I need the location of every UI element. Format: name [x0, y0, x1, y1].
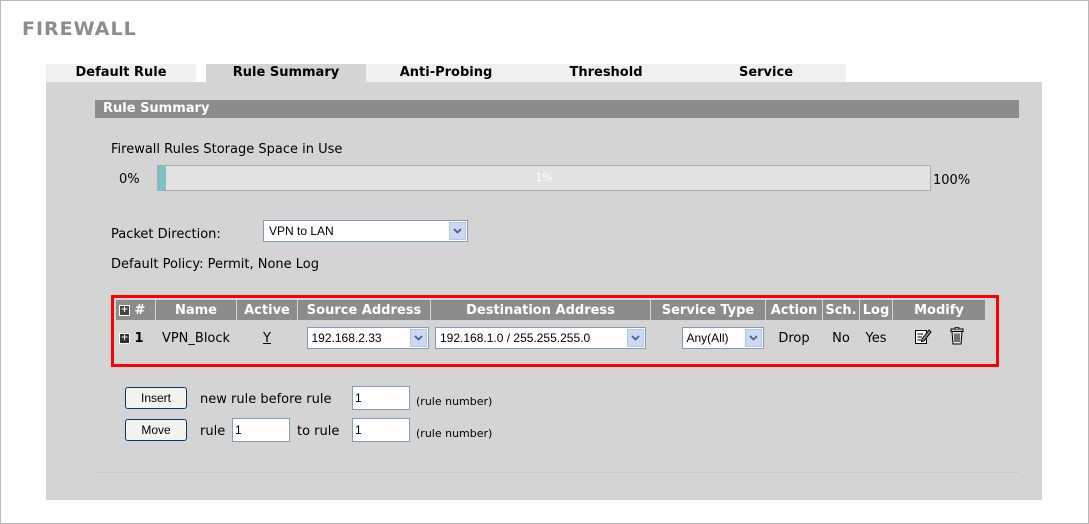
move-to-input[interactable]: 1 [352, 418, 410, 442]
edit-icon[interactable] [914, 327, 932, 349]
header-log: Log [859, 300, 893, 320]
service-type-value: Any(All) [686, 331, 729, 345]
storage-label: Firewall Rules Storage Space in Use [111, 142, 343, 157]
insert-button[interactable]: Insert [125, 387, 187, 409]
page-title: FIREWALL [22, 18, 137, 40]
move-button[interactable]: Move [125, 419, 187, 441]
header-active: Active [236, 300, 298, 320]
tab-service[interactable]: Service [686, 64, 846, 82]
destination-address-select[interactable]: 192.168.1.0 / 255.255.255.0 [435, 327, 646, 349]
insert-hint: (rule number) [416, 395, 493, 408]
row-modify-cell [892, 320, 985, 356]
trash-icon[interactable] [950, 327, 964, 349]
insert-text: new rule before rule [200, 392, 332, 407]
chevron-down-icon [409, 329, 427, 347]
row-destination-cell: 192.168.1.0 / 255.255.255.0 [430, 320, 651, 356]
header-name: Name [155, 300, 237, 320]
tab-rule-summary[interactable]: Rule Summary [206, 64, 366, 82]
table-row: + 1 VPN_Block Y 192.168.2.33 192.168.1.0 [116, 320, 985, 356]
main-panel: Rule Summary Firewall Rules Storage Spac… [46, 82, 1042, 500]
row-schedule: No [822, 320, 860, 356]
row-log: Yes [859, 320, 893, 356]
storage-min-label: 0% [119, 172, 140, 187]
divider [95, 472, 1019, 473]
packet-direction-label: Packet Direction: [111, 227, 221, 242]
plus-box-icon[interactable]: + [119, 304, 130, 316]
row-number-cell: + 1 [116, 320, 156, 356]
header-number: + # [116, 300, 156, 320]
header-number-label: # [134, 302, 146, 318]
tab-threshold[interactable]: Threshold [526, 64, 686, 82]
row-active[interactable]: Y [236, 320, 298, 356]
header-service-type: Service Type [650, 300, 766, 320]
rules-table-highlight: + # Name Active Source Address Destinati… [111, 295, 999, 367]
packet-direction-select[interactable]: VPN to LAN [263, 220, 468, 242]
row-number: 1 [134, 330, 144, 346]
source-address-value: 192.168.2.33 [311, 331, 382, 345]
service-type-select[interactable]: Any(All) [681, 327, 764, 349]
storage-percent-text: 1% [535, 171, 553, 184]
chevron-down-icon [449, 222, 466, 240]
header-action: Action [765, 300, 823, 320]
header-destination-address: Destination Address [430, 300, 651, 320]
header-modify: Modify [892, 300, 985, 320]
storage-max-label: 100% [933, 173, 971, 188]
source-address-select[interactable]: 192.168.2.33 [306, 327, 429, 349]
table-header-row: + # Name Active Source Address Destinati… [116, 300, 985, 320]
move-from-input[interactable]: 1 [232, 418, 290, 442]
chevron-down-icon [744, 329, 762, 347]
destination-address-value: 192.168.1.0 / 255.255.255.0 [440, 331, 591, 345]
row-source-cell: 192.168.2.33 [297, 320, 431, 356]
header-schedule: Sch. [822, 300, 860, 320]
move-to-text: to rule [297, 424, 340, 439]
tab-default-rule[interactable]: Default Rule [46, 64, 196, 82]
plus-box-icon[interactable]: + [119, 332, 130, 344]
insert-rule-number-input[interactable]: 1 [352, 386, 410, 410]
header-source-address: Source Address [297, 300, 431, 320]
row-action: Drop [765, 320, 823, 356]
move-rule-text: rule [200, 424, 226, 439]
section-title: Rule Summary [95, 100, 1019, 118]
default-policy-text: Default Policy: Permit, None Log [111, 257, 319, 272]
packet-direction-value: VPN to LAN [269, 224, 334, 238]
rules-table: + # Name Active Source Address Destinati… [116, 300, 985, 356]
row-service-cell: Any(All) [650, 320, 766, 356]
row-name: VPN_Block [155, 320, 237, 356]
storage-progress-bar: 1% [157, 165, 931, 191]
chevron-down-icon [627, 329, 644, 347]
move-hint: (rule number) [416, 427, 493, 440]
tab-anti-probing[interactable]: Anti-Probing [366, 64, 526, 82]
